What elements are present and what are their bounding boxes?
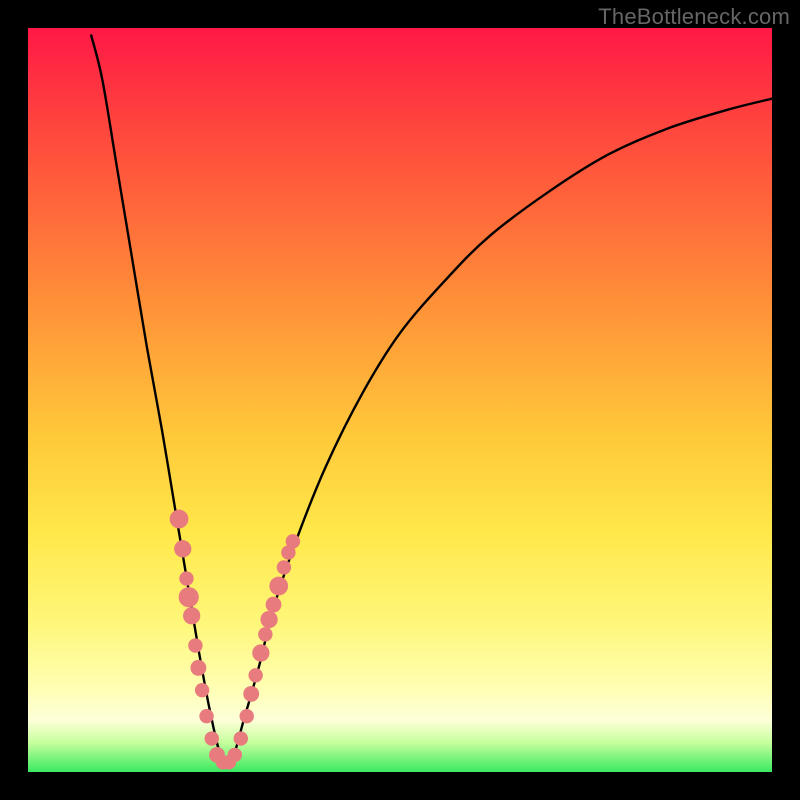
curve-layer (28, 28, 772, 772)
highlight-dot (286, 534, 300, 548)
highlight-dot (277, 560, 291, 574)
highlight-dot (179, 587, 199, 607)
highlight-dot (188, 638, 202, 652)
watermark-text: TheBottleneck.com (598, 4, 790, 30)
highlight-dot (195, 683, 209, 697)
highlight-dot (240, 709, 254, 723)
highlight-dot (199, 709, 213, 723)
highlight-dot (179, 571, 193, 585)
highlight-dot (228, 748, 242, 762)
highlight-dot (269, 577, 288, 596)
highlight-dot (248, 668, 262, 682)
plot-area (28, 28, 772, 772)
highlight-dot (258, 627, 272, 641)
highlight-dot (170, 510, 189, 529)
highlight-dot (243, 686, 259, 702)
highlight-dot (252, 644, 269, 661)
highlight-dot (260, 611, 277, 628)
bottleneck-curve (91, 35, 772, 762)
highlight-dot (183, 607, 200, 624)
highlight-dot (234, 731, 248, 745)
highlight-dot (266, 597, 282, 613)
highlight-dot (190, 660, 206, 676)
highlight-dots (170, 510, 300, 770)
highlight-dot (174, 540, 191, 557)
chart-stage: TheBottleneck.com (0, 0, 800, 800)
highlight-dot (205, 731, 219, 745)
